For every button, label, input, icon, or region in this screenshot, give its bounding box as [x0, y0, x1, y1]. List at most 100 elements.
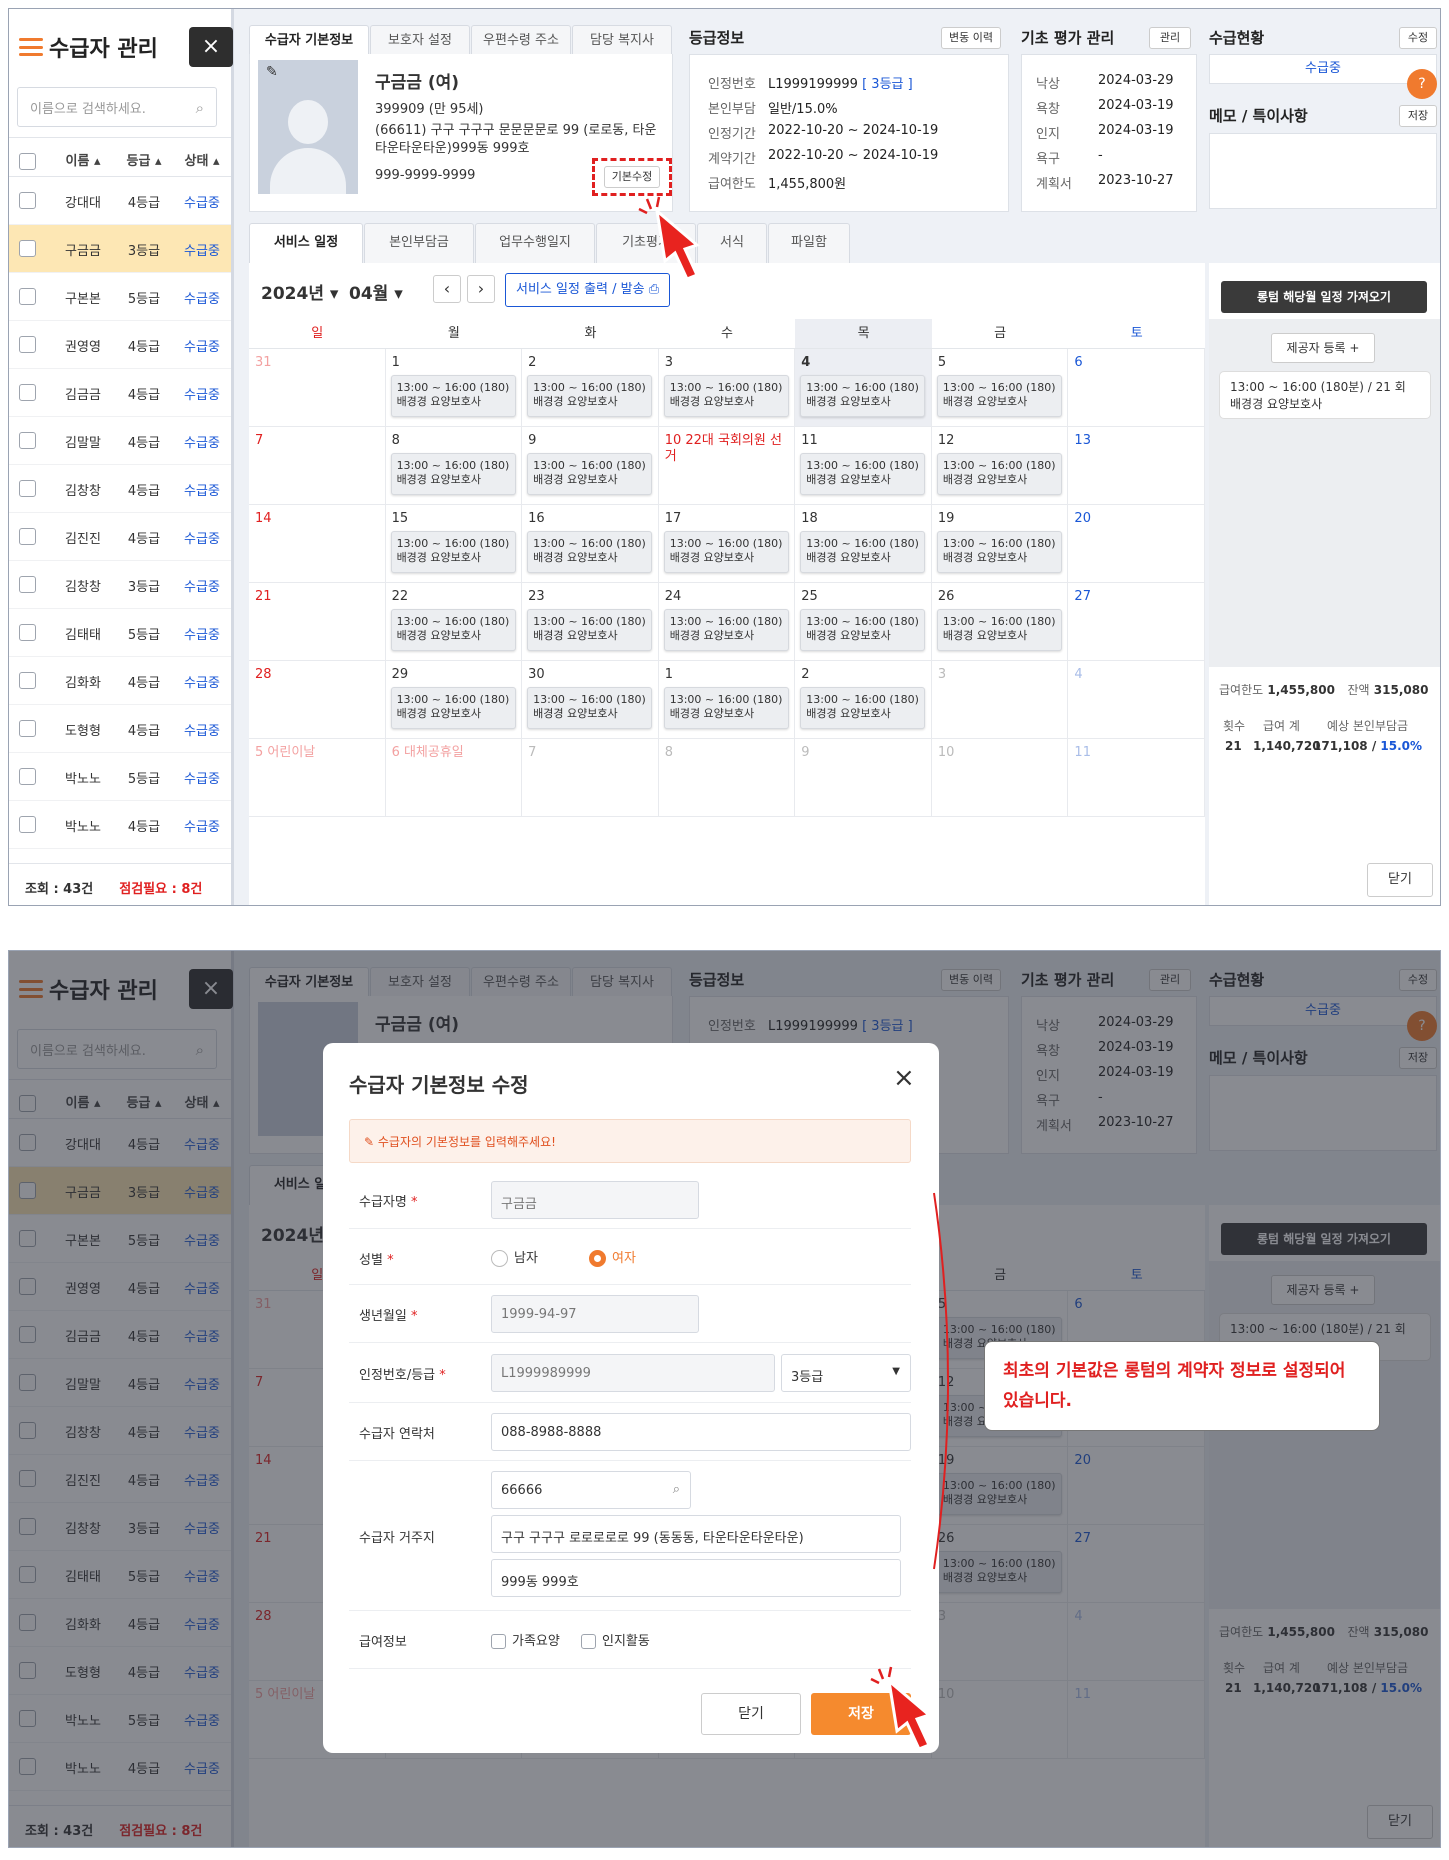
list-item[interactable]: 김말말4등급수급중	[9, 417, 231, 465]
calendar-day[interactable]: 17 13:00 ~ 16:00 (180)배경경 요양보호사	[658, 505, 796, 583]
row-checkbox[interactable]	[19, 672, 36, 689]
row-checkbox[interactable]	[19, 336, 36, 353]
row-checkbox[interactable]	[19, 576, 36, 593]
status-edit-button[interactable]: 수정	[1399, 27, 1437, 49]
calendar-day[interactable]: 2 13:00 ~ 16:00 (180)배경경 요양보호사	[795, 661, 932, 739]
schedule-event[interactable]: 13:00 ~ 16:00 (180)배경경 요양보호사	[800, 375, 926, 417]
calendar-day[interactable]: 6 대체공휴일	[385, 739, 523, 817]
list-item[interactable]: 구금금3등급수급중	[9, 225, 231, 273]
tab-social-worker[interactable]: 담당 복지사	[572, 25, 672, 55]
calendar-day[interactable]: 11 13:00 ~ 16:00 (180)배경경 요양보호사	[795, 427, 932, 505]
calendar-day[interactable]: 16 13:00 ~ 16:00 (180)배경경 요양보호사	[522, 505, 659, 583]
calendar-day[interactable]: 7	[249, 427, 386, 505]
row-checkbox[interactable]	[19, 816, 36, 833]
calendar-day[interactable]: 9 13:00 ~ 16:00 (180)배경경 요양보호사	[522, 427, 659, 505]
calendar-day[interactable]: 3 13:00 ~ 16:00 (180)배경경 요양보호사	[658, 349, 796, 427]
calendar-day[interactable]: 6	[1068, 349, 1205, 427]
tab-basic-info[interactable]: 수급자 기본정보	[249, 25, 369, 55]
year-select[interactable]: 2024년 ▾	[261, 279, 338, 304]
schedule-event[interactable]: 13:00 ~ 16:00 (180)배경경 요양보호사	[527, 453, 653, 495]
row-checkbox[interactable]	[19, 432, 36, 449]
calendar-day[interactable]: 26 13:00 ~ 16:00 (180)배경경 요양보호사	[931, 583, 1069, 661]
list-item[interactable]: 권영영4등급수급중	[9, 321, 231, 369]
calendar-day[interactable]: 29 13:00 ~ 16:00 (180)배경경 요양보호사	[385, 661, 523, 739]
schedule-event[interactable]: 13:00 ~ 16:00 (180)배경경 요양보호사	[663, 609, 789, 651]
cert-input[interactable]: L1999989999	[491, 1354, 775, 1392]
calendar-day[interactable]: 1 13:00 ~ 16:00 (180)배경경 요양보호사	[385, 349, 523, 427]
modal-close-button[interactable]: 닫기	[701, 1693, 801, 1735]
birth-input[interactable]: 1999-94-97	[491, 1295, 699, 1333]
select-all-checkbox[interactable]	[19, 153, 36, 170]
schedule-event[interactable]: 13:00 ~ 16:00 (180)배경경 요양보호사	[936, 609, 1062, 651]
radio-female[interactable]: 여자	[589, 1247, 636, 1267]
row-checkbox[interactable]	[19, 480, 36, 497]
calendar-day[interactable]: 19 13:00 ~ 16:00 (180)배경경 요양보호사	[931, 505, 1069, 583]
calendar-day[interactable]: 15 13:00 ~ 16:00 (180)배경경 요양보호사	[385, 505, 523, 583]
calendar-day[interactable]: 24 13:00 ~ 16:00 (180)배경경 요양보호사	[658, 583, 796, 661]
address-detail-input[interactable]: 999동 999호	[491, 1559, 901, 1597]
schedule-event[interactable]: 13:00 ~ 16:00 (180)배경경 요양보호사	[936, 531, 1062, 573]
calendar-day[interactable]: 27	[1068, 583, 1205, 661]
zipcode-input[interactable]: 66666 ⌕	[491, 1471, 691, 1509]
calendar-day[interactable]: 9	[795, 739, 932, 817]
month-select[interactable]: 04월 ▾	[349, 279, 403, 304]
schedule-event[interactable]: 13:00 ~ 16:00 (180)배경경 요양보호사	[390, 609, 516, 651]
list-item[interactable]: 강대대4등급수급중	[9, 177, 231, 225]
calendar-day[interactable]: 25 13:00 ~ 16:00 (180)배경경 요양보호사	[795, 583, 932, 661]
calendar-day[interactable]: 7	[522, 739, 659, 817]
tab-copayment[interactable]: 본인부담금	[364, 223, 474, 263]
grade-select[interactable]: 3등급 ▼	[781, 1354, 911, 1392]
family-care-checkbox[interactable]: 가족요양	[491, 1630, 560, 1649]
sort-name[interactable]: 이름 ▴	[53, 150, 113, 169]
list-item[interactable]: 김화화4등급수급중	[9, 657, 231, 705]
list-item[interactable]: 박노노4등급수급중	[9, 801, 231, 849]
sort-grade[interactable]: 등급 ▴	[119, 150, 169, 169]
tab-files[interactable]: 파일함	[768, 223, 850, 263]
row-checkbox[interactable]	[19, 192, 36, 209]
tab-service-schedule[interactable]: 서비스 일정	[249, 223, 363, 263]
schedule-event[interactable]: 13:00 ~ 16:00 (180)배경경 요양보호사	[390, 453, 516, 495]
calendar-day[interactable]: 5 어린이날	[249, 739, 386, 817]
help-icon[interactable]: ?	[1407, 69, 1437, 99]
calendar-day[interactable]: 3	[931, 661, 1069, 739]
calendar-day[interactable]: 1 13:00 ~ 16:00 (180)배경경 요양보호사	[658, 661, 796, 739]
modal-close-icon[interactable]: ×	[893, 1063, 915, 1093]
calendar-day[interactable]: 13	[1068, 427, 1205, 505]
schedule-event[interactable]: 13:00 ~ 16:00 (180)배경경 요양보호사	[800, 687, 926, 729]
calendar-day[interactable]: 2 13:00 ~ 16:00 (180)배경경 요양보호사	[522, 349, 659, 427]
search-icon[interactable]: ⌕	[196, 99, 204, 117]
calendar-day[interactable]: 21	[249, 583, 386, 661]
schedule-event[interactable]: 13:00 ~ 16:00 (180)배경경 요양보호사	[800, 531, 926, 573]
calendar-day[interactable]: 10 22대 국회의원 선거	[658, 427, 796, 505]
memo-save-button[interactable]: 저장	[1399, 105, 1437, 127]
row-checkbox[interactable]	[19, 384, 36, 401]
calendar-day[interactable]: 10	[931, 739, 1069, 817]
tab-guardian[interactable]: 보호자 설정	[370, 25, 470, 55]
close-sidebar-button[interactable]: ×	[189, 27, 233, 67]
edit-photo-icon[interactable]: ✎	[266, 64, 278, 80]
close-button[interactable]: 닫기	[1367, 863, 1433, 897]
row-checkbox[interactable]	[19, 720, 36, 737]
tab-work-log[interactable]: 업무수행일지	[475, 223, 595, 263]
schedule-event[interactable]: 13:00 ~ 16:00 (180)배경경 요양보호사	[936, 453, 1062, 495]
prev-month-button[interactable]: ‹	[433, 275, 461, 303]
import-longterm-button[interactable]: 롱텀 해당월 일정 가져오기	[1221, 281, 1427, 313]
calendar-day[interactable]: 8 13:00 ~ 16:00 (180)배경경 요양보호사	[385, 427, 523, 505]
calendar-day[interactable]: 18 13:00 ~ 16:00 (180)배경경 요양보호사	[795, 505, 932, 583]
calendar-day[interactable]: 31	[249, 349, 386, 427]
row-checkbox[interactable]	[19, 288, 36, 305]
grade-history-button[interactable]: 변동 이력	[941, 27, 1001, 49]
schedule-event[interactable]: 13:00 ~ 16:00 (180)배경경 요양보호사	[390, 375, 516, 417]
calendar-day[interactable]: 20	[1068, 505, 1205, 583]
memo-textarea[interactable]	[1209, 133, 1437, 209]
list-item[interactable]: 김창창4등급수급중	[9, 465, 231, 513]
row-checkbox[interactable]	[19, 768, 36, 785]
schedule-event[interactable]: 13:00 ~ 16:00 (180)배경경 요양보호사	[527, 375, 653, 417]
row-checkbox[interactable]	[19, 624, 36, 641]
calendar-day[interactable]: 8	[658, 739, 796, 817]
row-checkbox[interactable]	[19, 528, 36, 545]
calendar-day[interactable]: 4	[1068, 661, 1205, 739]
menu-icon[interactable]	[19, 38, 43, 56]
list-item[interactable]: 도형형4등급수급중	[9, 705, 231, 753]
schedule-event[interactable]: 13:00 ~ 16:00 (180)배경경 요양보호사	[663, 375, 789, 417]
